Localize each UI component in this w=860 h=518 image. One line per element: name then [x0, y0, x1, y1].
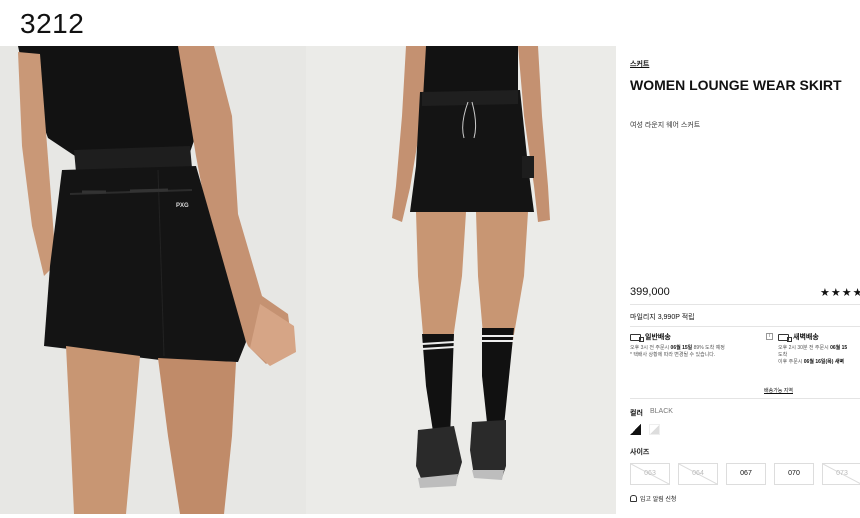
standard-shipping: 일반배송 오후 3시 전 주문시 06월 15일 89% 도착 예정 * 택배사… [630, 332, 773, 359]
dawn-shipping: 새벽배송 오후 2시 30분 전 주문시 06월 15 도착 이후 주문시 06… [778, 333, 848, 365]
color-swatch-black[interactable] [630, 424, 641, 435]
standard-shipping-title: 일반배송 [645, 334, 671, 341]
product-info-panel: 스커트 WOMEN LOUNGE WEAR SKIRT 여성 라운지 웨어 스커… [616, 46, 860, 518]
size-option-073[interactable]: 073 [822, 463, 860, 485]
rating-stars-icon[interactable]: ★★★★ [820, 286, 860, 299]
size-label: 사이즈 [630, 449, 650, 456]
divider [630, 304, 860, 305]
product-photo-back[interactable]: PXG [0, 46, 306, 514]
size-option-064[interactable]: 064 [678, 463, 718, 485]
product-subtitle: 여성 라운지 웨어 스커트 [630, 122, 701, 129]
restock-notify-button[interactable]: 입고 알림 신청 [630, 494, 676, 503]
pxg-logo-back: PXG [176, 203, 189, 209]
category-link[interactable]: 스커트 [630, 59, 649, 69]
size-option-070[interactable]: 070 [774, 463, 814, 485]
delivery-region-link[interactable]: 배송가능 지역 [764, 387, 793, 394]
product-title: WOMEN LOUNGE WEAR SKIRT [630, 77, 842, 93]
divider [630, 398, 860, 399]
product-photo-front[interactable] [306, 46, 616, 514]
size-option-063[interactable]: 063 [630, 463, 670, 485]
truck-icon [630, 333, 644, 342]
restock-notify-label: 입고 알림 신청 [640, 497, 677, 503]
bell-icon [630, 495, 637, 502]
color-label: 컬러 [630, 410, 643, 417]
size-option-067[interactable]: 067 [726, 463, 766, 485]
product-price: 399,000 [630, 286, 670, 298]
dawn-shipping-title: 새벽배송 [793, 334, 819, 341]
info-icon[interactable]: i [766, 333, 773, 340]
skirt-front-illustration [306, 46, 616, 514]
truck-icon [778, 333, 792, 342]
shipping-options: 일반배송 오후 3시 전 주문시 06월 15일 89% 도착 예정 * 택배사… [630, 332, 860, 396]
mileage-points: 마일리지 3,990P 적립 [630, 314, 695, 321]
divider [630, 326, 860, 327]
skirt-back-illustration: PXG [0, 46, 306, 514]
product-code-label: 3212 [20, 8, 85, 39]
color-swatch-white[interactable] [649, 424, 660, 435]
color-value: BLACK [650, 408, 673, 415]
